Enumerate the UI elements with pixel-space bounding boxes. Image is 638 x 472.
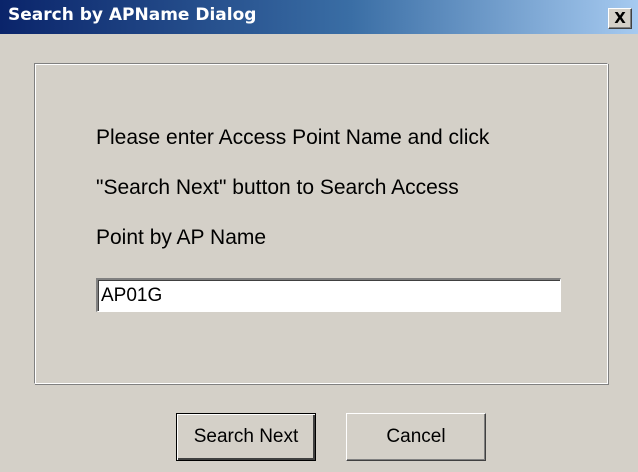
instructions-text: Please enter Access Point Name and click…	[96, 113, 616, 263]
instructions-line-1: Please enter Access Point Name and click	[96, 126, 490, 149]
window-title: Search by APName Dialog	[8, 5, 257, 25]
search-dialog: Search by APName Dialog X Please enter A…	[0, 0, 638, 472]
instructions-line-3: Point by AP Name	[96, 226, 267, 249]
search-next-button[interactable]: Search Next	[176, 413, 316, 461]
instructions-line-2: "Search Next" button to Search Access	[96, 176, 459, 199]
cancel-button[interactable]: Cancel	[346, 413, 486, 461]
close-icon: X	[614, 8, 626, 27]
close-button[interactable]: X	[608, 8, 632, 29]
title-bar[interactable]: Search by APName Dialog X	[0, 0, 638, 34]
ap-name-input[interactable]	[96, 278, 561, 312]
